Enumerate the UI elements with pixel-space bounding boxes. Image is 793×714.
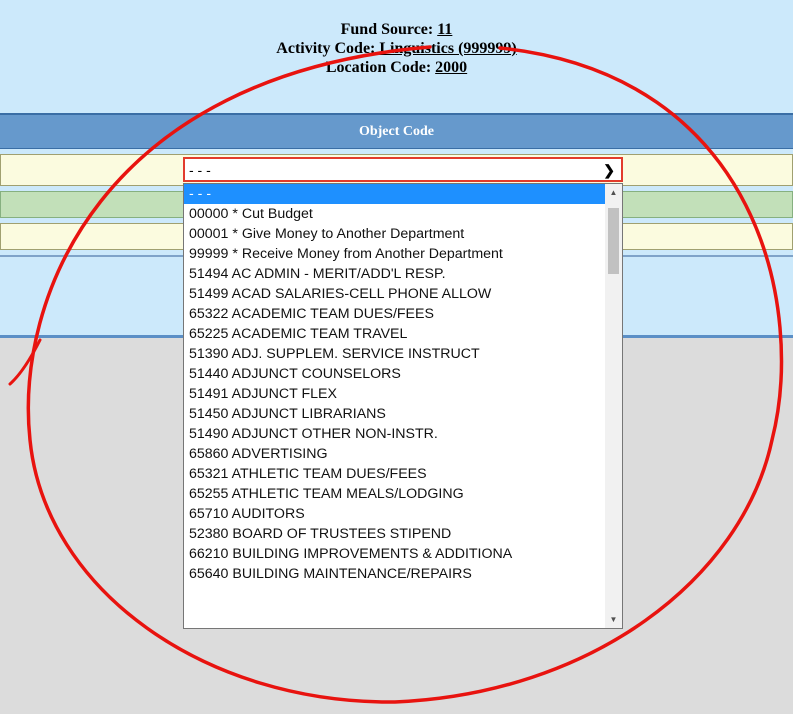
fund-source-label: Fund Source: <box>340 21 438 38</box>
object-code-select[interactable]: - - - ❯ <box>183 157 623 182</box>
fund-source-value: 11 <box>437 21 453 38</box>
location-code-label: Location Code: <box>325 59 436 76</box>
dropdown-option[interactable]: 99999 * Receive Money from Another Depar… <box>184 244 605 264</box>
dropdown-option[interactable]: 00001 * Give Money to Another Department <box>184 224 605 244</box>
dropdown-option[interactable]: 65860 ADVERTISING <box>184 444 605 464</box>
dropdown-scrollbar[interactable]: ▲ ▼ <box>605 184 622 628</box>
dropdown-option[interactable]: 65255 ATHLETIC TEAM MEALS/LODGING <box>184 484 605 504</box>
dropdown-option[interactable]: 52380 BOARD OF TRUSTEES STIPEND <box>184 524 605 544</box>
scroll-down-arrow-icon[interactable]: ▼ <box>605 611 622 628</box>
location-code-line: Location Code: 2000 <box>0 58 793 77</box>
dropdown-option[interactable]: 51440 ADJUNCT COUNSELORS <box>184 364 605 384</box>
select-value: - - - <box>189 161 211 178</box>
dropdown-option[interactable]: 51490 ADJUNCT OTHER NON-INSTR. <box>184 424 605 444</box>
activity-code-label: Activity Code: <box>276 40 380 57</box>
activity-code-value: Linguistics (999999) <box>379 40 517 57</box>
object-code-header: Object Code <box>0 113 793 149</box>
location-code-value: 2000 <box>435 59 468 76</box>
dropdown-option[interactable]: 00000 * Cut Budget <box>184 204 605 224</box>
dropdown-option[interactable]: 65321 ATHLETIC TEAM DUES/FEES <box>184 464 605 484</box>
dropdown-option[interactable]: 51390 ADJ. SUPPLEM. SERVICE INSTRUCT <box>184 344 605 364</box>
dropdown-option[interactable]: 65225 ACADEMIC TEAM TRAVEL <box>184 324 605 344</box>
activity-code-line: Activity Code: Linguistics (999999) <box>0 39 793 58</box>
chevron-down-icon: ❯ <box>603 162 615 178</box>
dropdown-option[interactable]: 51494 AC ADMIN - MERIT/ADD'L RESP. <box>184 264 605 284</box>
dropdown-options: - - -00000 * Cut Budget 00001 * Give Mone… <box>184 184 605 584</box>
scroll-up-arrow-icon[interactable]: ▲ <box>605 184 622 201</box>
dropdown-option[interactable]: 51499 ACAD SALARIES-CELL PHONE ALLOW <box>184 284 605 304</box>
dropdown-option[interactable]: 51491 ADJUNCT FLEX <box>184 384 605 404</box>
header-info: Fund Source: 11 Activity Code: Linguisti… <box>0 20 793 77</box>
scrollbar-thumb[interactable] <box>608 208 619 274</box>
dropdown-option[interactable]: 65322 ACADEMIC TEAM DUES/FEES <box>184 304 605 324</box>
dropdown-option[interactable]: 65710 AUDITORS <box>184 504 605 524</box>
dropdown-option-selected[interactable]: - - - <box>184 184 605 204</box>
fund-source-line: Fund Source: 11 <box>0 20 793 39</box>
dropdown-option[interactable]: 51450 ADJUNCT LIBRARIANS <box>184 404 605 424</box>
object-code-title: Object Code <box>358 123 435 139</box>
object-code-dropdown-list[interactable]: - - -00000 * Cut Budget 00001 * Give Mone… <box>183 183 623 629</box>
dropdown-option[interactable]: 65640 BUILDING MAINTENANCE/REPAIRS <box>184 564 605 584</box>
dropdown-option[interactable]: 66210 BUILDING IMPROVEMENTS & ADDITIONA <box>184 544 605 564</box>
